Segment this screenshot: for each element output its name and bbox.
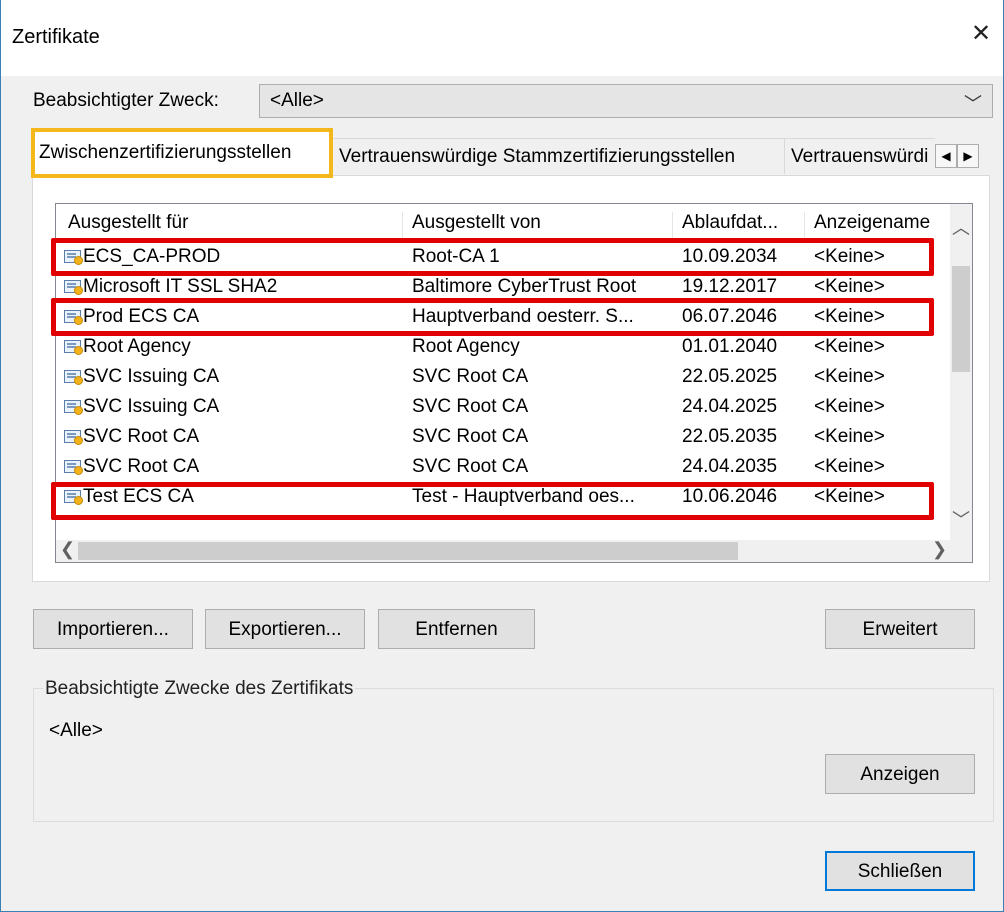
cell-expiration: 22.05.2025 xyxy=(682,366,778,387)
table-row[interactable]: ECS_CA-PROD Root-CA 1 10.09.2034 <Keine> xyxy=(56,242,936,272)
import-button[interactable]: Importieren... xyxy=(33,609,193,649)
table-row[interactable]: Root Agency Root Agency 01.01.2040 <Kein… xyxy=(56,332,936,362)
cell-issued-by: SVC Root CA xyxy=(412,366,529,387)
cell-issued-to: SVC Root CA xyxy=(83,426,200,447)
cell-expiration: 01.01.2040 xyxy=(682,336,778,357)
cell-issued-to: SVC Issuing CA xyxy=(83,396,220,417)
list-header: Ausgestellt für Ausgestellt von Ablaufda… xyxy=(56,212,956,240)
column-divider[interactable] xyxy=(672,212,673,240)
certificate-icon xyxy=(64,430,83,445)
vertical-scrollbar[interactable]: ︿ ﹀ xyxy=(950,204,972,542)
cell-issued-by: Baltimore CyberTrust Root xyxy=(412,276,637,297)
scroll-left-icon[interactable]: ❮ xyxy=(60,539,75,560)
purposes-value: <Alle> xyxy=(49,720,103,741)
column-divider[interactable] xyxy=(804,212,805,240)
certificate-icon xyxy=(64,340,83,355)
cell-issued-to: Test ECS CA xyxy=(83,486,194,507)
cell-expiration: 24.04.2025 xyxy=(682,396,778,417)
certificate-icon xyxy=(64,370,83,385)
cell-expiration: 22.05.2035 xyxy=(682,426,778,447)
tab-trusted-root-cas[interactable]: Vertrauenswürdige Stammzertifizierungsst… xyxy=(333,138,785,174)
cell-friendly-name: <Keine> xyxy=(814,486,885,507)
certificate-icon xyxy=(64,310,83,325)
cell-issued-to: SVC Issuing CA xyxy=(83,366,220,387)
cell-issued-by: SVC Root CA xyxy=(412,396,529,417)
tab-scroll-left-icon[interactable]: ◀ xyxy=(935,144,957,168)
certificate-icon xyxy=(64,400,83,415)
table-row[interactable]: Test ECS CA Test - Hauptverband oes... 1… xyxy=(56,482,936,512)
table-row[interactable]: Prod ECS CA Hauptverband oesterr. S... 0… xyxy=(56,302,936,332)
horizontal-scroll-thumb[interactable] xyxy=(78,542,738,560)
certificate-icon xyxy=(64,460,83,475)
tab-intermediate-cas[interactable]: Zwischenzertifizierungsstellen xyxy=(32,131,333,176)
table-row[interactable]: SVC Root CA SVC Root CA 22.05.2035 <Kein… xyxy=(56,422,936,452)
purpose-dropdown-value: <Alle> xyxy=(270,90,324,111)
certificate-icon xyxy=(64,280,83,295)
tab-trusted-publishers[interactable]: Vertrauenswürdi xyxy=(785,138,935,174)
cell-issued-to: Prod ECS CA xyxy=(83,306,200,327)
table-row[interactable]: Microsoft IT SSL SHA2 Baltimore CyberTru… xyxy=(56,272,936,302)
cell-issued-by: Test - Hauptverband oes... xyxy=(412,486,635,507)
purpose-label: Beabsichtigter Zweck: xyxy=(33,90,219,111)
view-button[interactable]: Anzeigen xyxy=(825,754,975,794)
cell-friendly-name: <Keine> xyxy=(814,276,885,297)
cell-friendly-name: <Keine> xyxy=(814,306,885,327)
tab-scroll-right-icon[interactable]: ▶ xyxy=(957,144,979,168)
certificates-dialog: Zertifikate ✕ Beabsichtigter Zweck: <All… xyxy=(0,0,1004,912)
advanced-button[interactable]: Erweitert xyxy=(825,609,975,649)
certificate-icon xyxy=(64,490,83,505)
cell-issued-to: SVC Root CA xyxy=(83,456,200,477)
table-row[interactable]: SVC Issuing CA SVC Root CA 22.05.2025 <K… xyxy=(56,362,936,392)
cell-expiration: 19.12.2017 xyxy=(682,276,778,297)
cell-issued-to: Microsoft IT SSL SHA2 xyxy=(83,276,278,297)
scroll-up-icon[interactable]: ︿ xyxy=(950,214,972,240)
cell-issued-by: Root Agency xyxy=(412,336,520,357)
cell-issued-by: SVC Root CA xyxy=(412,426,529,447)
cell-issued-by: Root-CA 1 xyxy=(412,246,500,267)
export-button[interactable]: Exportieren... xyxy=(205,609,365,649)
vertical-scroll-thumb[interactable] xyxy=(952,266,970,372)
cell-issued-to: ECS_CA-PROD xyxy=(83,246,221,267)
cell-friendly-name: <Keine> xyxy=(814,366,885,387)
window-title: Zertifikate xyxy=(12,26,100,48)
cell-friendly-name: <Keine> xyxy=(814,336,885,357)
certificate-list[interactable]: Ausgestellt für Ausgestellt von Ablaufda… xyxy=(55,203,973,563)
cell-expiration: 10.09.2034 xyxy=(682,246,778,267)
remove-button[interactable]: Entfernen xyxy=(378,609,535,649)
column-divider[interactable] xyxy=(402,212,403,240)
cell-expiration: 06.07.2046 xyxy=(682,306,778,327)
cell-issued-by: Hauptverband oesterr. S... xyxy=(412,306,634,327)
certificate-icon xyxy=(64,250,83,265)
cell-friendly-name: <Keine> xyxy=(814,426,885,447)
cell-issued-to: Root Agency xyxy=(83,336,191,357)
column-header-issued-to[interactable]: Ausgestellt für xyxy=(68,212,398,234)
cell-issued-by: SVC Root CA xyxy=(412,456,529,477)
column-header-expiration[interactable]: Ablaufdat... xyxy=(682,212,804,234)
cell-friendly-name: <Keine> xyxy=(814,246,885,267)
column-header-issued-by[interactable]: Ausgestellt von xyxy=(412,212,674,234)
scroll-right-icon[interactable]: ❯ xyxy=(932,539,947,560)
scroll-down-icon[interactable]: ﹀ xyxy=(950,506,972,532)
cell-friendly-name: <Keine> xyxy=(814,456,885,477)
title-bar: Zertifikate ✕ xyxy=(1,0,1003,76)
purposes-group-legend: Beabsichtigte Zwecke des Zertifikats xyxy=(43,678,356,700)
close-button[interactable]: Schließen xyxy=(825,851,975,891)
column-header-friendly-name[interactable]: Anzeigename xyxy=(814,212,936,234)
chevron-down-icon: ﹀ xyxy=(964,94,982,114)
table-row[interactable]: SVC Root CA SVC Root CA 24.04.2035 <Kein… xyxy=(56,452,936,482)
close-icon[interactable]: ✕ xyxy=(959,12,1003,56)
table-row[interactable]: SVC Issuing CA SVC Root CA 24.04.2025 <K… xyxy=(56,392,936,422)
cell-expiration: 24.04.2035 xyxy=(682,456,778,477)
purpose-dropdown[interactable]: <Alle> ﹀ xyxy=(259,84,993,118)
tab-strip: Zwischenzertifizierungsstellen Vertrauen… xyxy=(29,130,989,176)
horizontal-scrollbar[interactable]: ❮ ❯ xyxy=(56,539,972,562)
tab-panel: Ausgestellt für Ausgestellt von Ablaufda… xyxy=(32,175,990,582)
cell-expiration: 10.06.2046 xyxy=(682,486,778,507)
cell-friendly-name: <Keine> xyxy=(814,396,885,417)
